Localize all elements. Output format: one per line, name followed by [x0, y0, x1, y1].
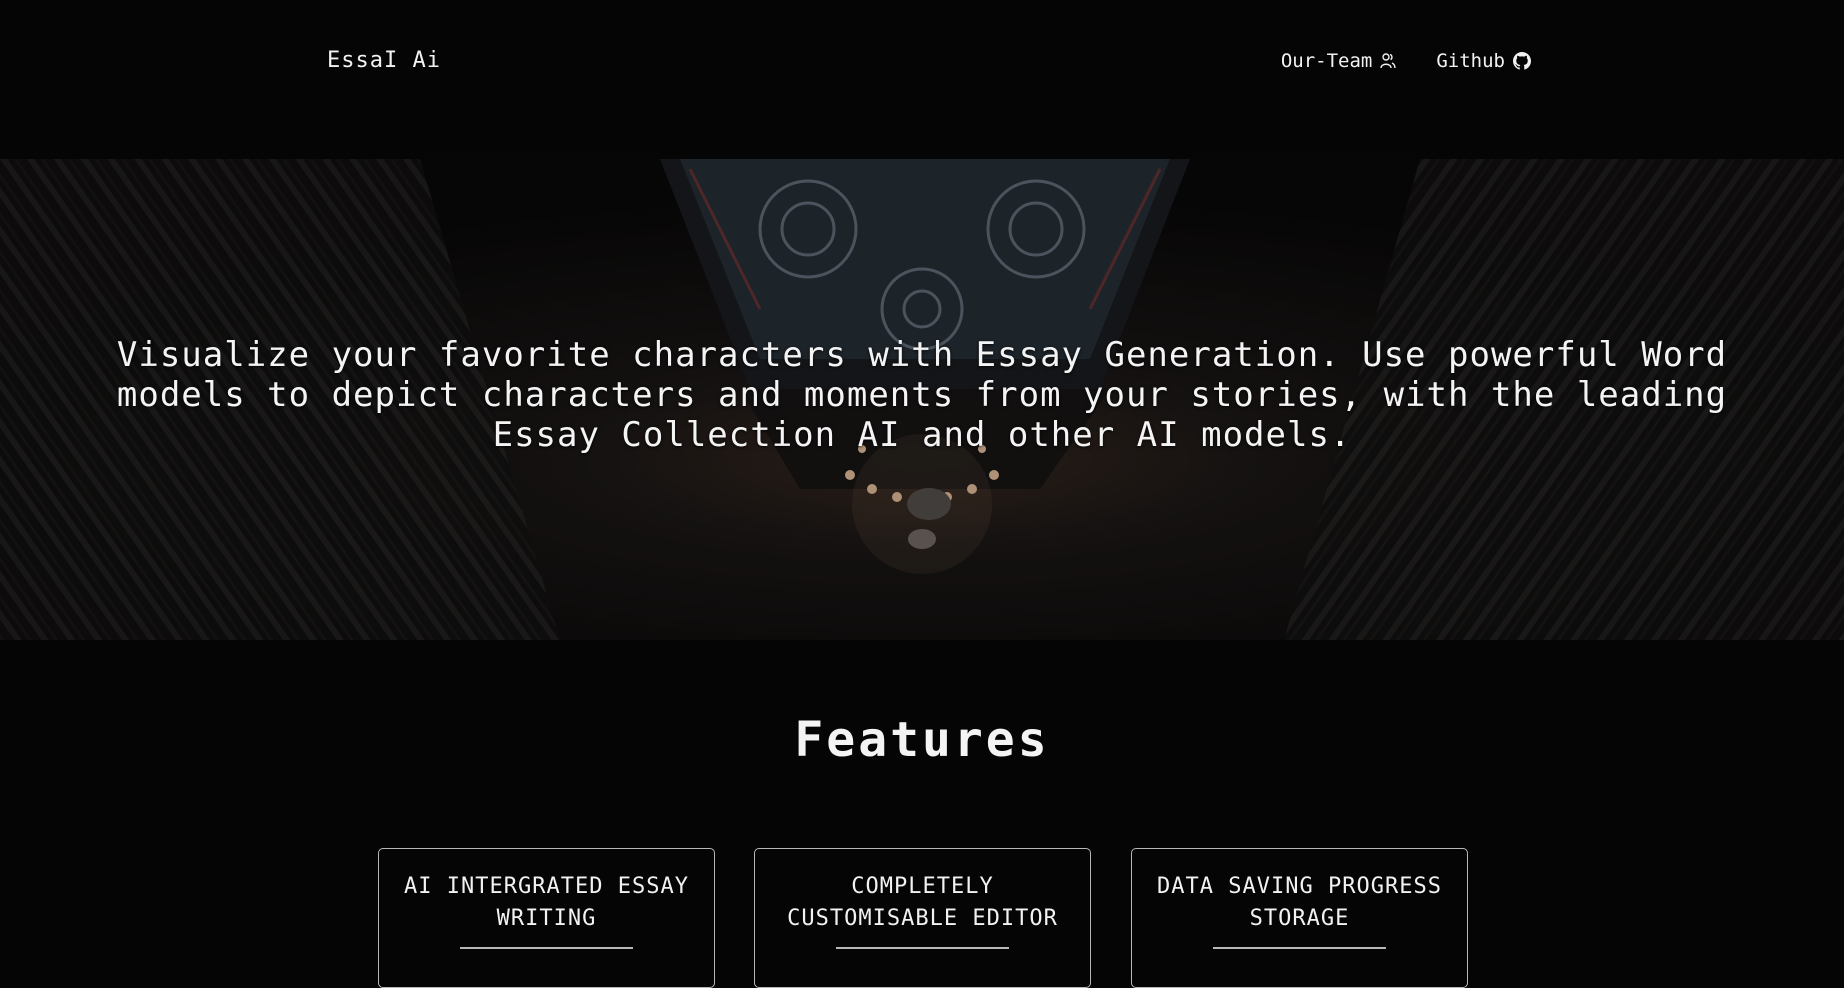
- navbar: EssaI Ai Our-Team Github: [0, 0, 1844, 159]
- features-heading: Features: [794, 712, 1050, 768]
- card-divider: [1213, 947, 1386, 949]
- team-icon: [1380, 53, 1397, 69]
- feature-card[interactable]: COMPLETELY CUSTOMISABLE EDITOR: [754, 848, 1091, 988]
- nav-link-our-team[interactable]: Our-Team: [1281, 50, 1397, 72]
- feature-card-title: AI INTERGRATED ESSAY WRITING: [404, 874, 689, 931]
- hero-banner: Visualize your favorite characters with …: [0, 159, 1844, 640]
- feature-card-title: COMPLETELY CUSTOMISABLE EDITOR: [787, 874, 1058, 931]
- nav-link-github[interactable]: Github: [1436, 50, 1531, 72]
- card-divider: [836, 947, 1009, 949]
- brand-logo-link[interactable]: EssaI Ai: [327, 48, 441, 73]
- nav-links: Our-Team Github: [1281, 50, 1531, 72]
- nav-link-label: Github: [1436, 50, 1505, 72]
- nav-link-label: Our-Team: [1280, 50, 1373, 72]
- feature-card[interactable]: DATA SAVING PROGRESS STORAGE: [1131, 848, 1468, 988]
- card-divider: [460, 947, 633, 949]
- hero-tagline: Visualize your favorite characters with …: [116, 335, 1728, 455]
- feature-card-title: DATA SAVING PROGRESS STORAGE: [1157, 874, 1442, 931]
- feature-card[interactable]: AI INTERGRATED ESSAY WRITING: [378, 848, 715, 988]
- github-icon: [1513, 52, 1531, 70]
